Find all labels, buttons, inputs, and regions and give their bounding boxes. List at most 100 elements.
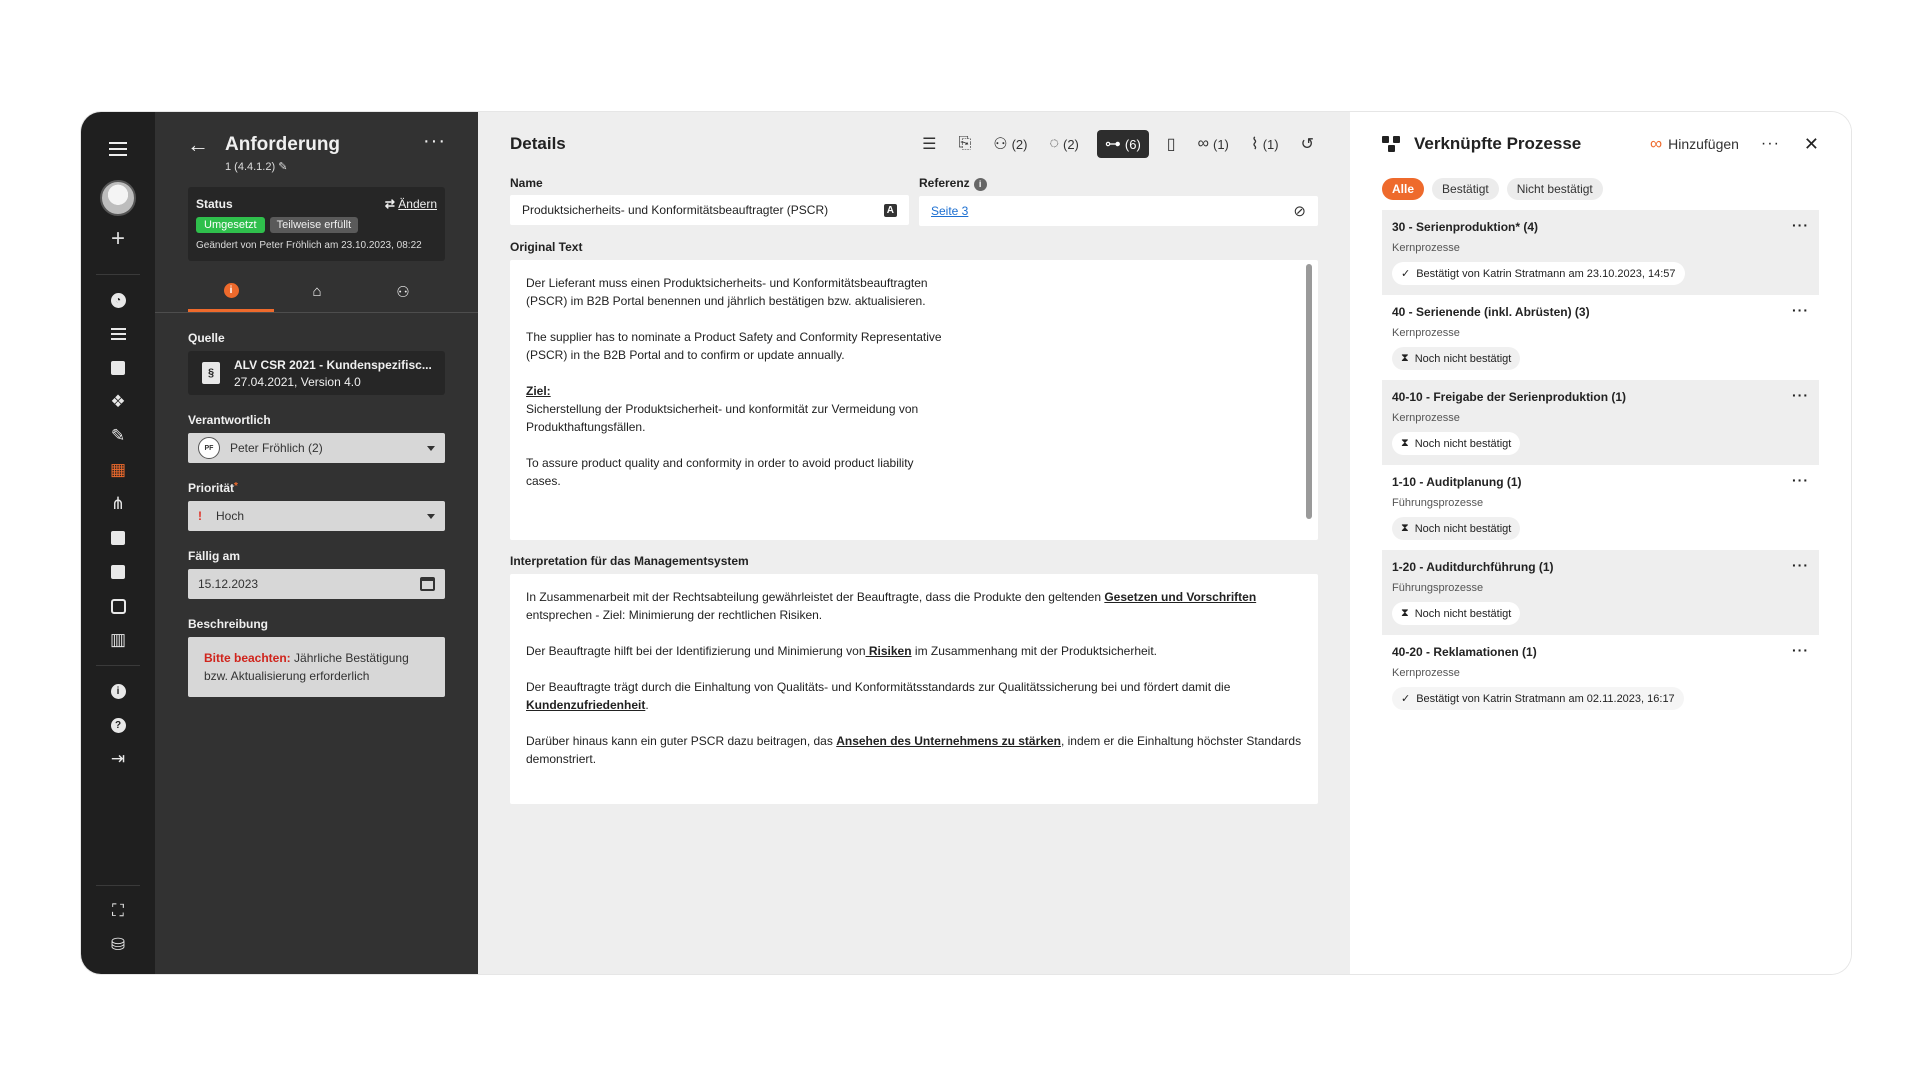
more-options-icon[interactable]: ··· (1761, 135, 1780, 153)
process-category: Kernprozesse (1392, 327, 1809, 339)
more-options-icon[interactable]: ··· (1792, 475, 1809, 489)
checklist-icon[interactable] (98, 317, 138, 351)
links-button[interactable]: ∞(1) (1194, 130, 1233, 158)
cube-icon[interactable]: ❖ (98, 385, 138, 419)
description-label: Beschreibung (188, 617, 445, 631)
clipboard-icon[interactable] (98, 351, 138, 385)
status-changed-by: Geändert von Peter Fröhlich am 23.10.202… (196, 240, 437, 251)
more-options-icon[interactable]: ··· (1792, 305, 1809, 319)
processes-button[interactable]: ⊶(6) (1097, 130, 1149, 158)
filter-confirmed[interactable]: Bestätigt (1432, 178, 1499, 200)
wrench-icon[interactable]: ✎ (98, 419, 138, 453)
logout-icon[interactable]: ⇥ (98, 742, 138, 776)
document-icon[interactable] (98, 521, 138, 555)
dashboard-icon[interactable]: ◔ (98, 283, 138, 317)
more-options-icon[interactable]: ··· (423, 134, 446, 148)
reputation-link[interactable]: Ansehen des Unternehmens zu stärken (836, 734, 1061, 748)
scrollbar[interactable] (1306, 264, 1312, 519)
library-icon[interactable]: ▥ (98, 623, 138, 657)
task-list-icon: ☰ (922, 134, 936, 154)
process-tree-icon (1382, 136, 1402, 152)
people-icon: ⚇ (993, 134, 1007, 154)
file-icon[interactable] (98, 555, 138, 589)
processes-icon[interactable]: ▦ (98, 453, 138, 487)
tab-info[interactable]: i (188, 281, 274, 312)
add-process-button[interactable]: ∞ Hinzufügen (1650, 134, 1739, 154)
process-category: Kernprozesse (1392, 242, 1809, 254)
tab-assignees[interactable]: ⚇ (360, 281, 446, 312)
hourglass-icon: ⧗ (1401, 437, 1409, 450)
more-options-icon[interactable]: ··· (1792, 645, 1809, 659)
link-icon: ∞ (1650, 134, 1662, 154)
menu-icon[interactable] (98, 132, 138, 166)
attachments-button[interactable]: ⌇(1) (1247, 130, 1283, 158)
interpretation-box[interactable]: In Zusammenarbeit mit der Rechtsabteilun… (510, 574, 1318, 804)
document-search-button[interactable]: ⎘ (954, 130, 975, 158)
edit-pencil-icon[interactable]: ✎ (278, 161, 287, 173)
interpretation-label: Interpretation für das Managementsystem (510, 554, 1318, 568)
hide-eye-icon[interactable]: ⊘ (1293, 202, 1306, 220)
translate-icon[interactable]: A (884, 204, 897, 217)
tasks-button[interactable]: ☰ (918, 130, 940, 158)
source-title: ALV CSR 2021 - Kundenspezifisc... (234, 358, 432, 372)
info-icon[interactable]: i (98, 674, 138, 708)
add-process-label: Hinzufügen (1668, 136, 1739, 152)
avatar[interactable] (100, 180, 136, 216)
chart-icon[interactable]: ⛶ (98, 894, 138, 928)
name-label: Name (510, 176, 909, 190)
reference-label: Referenz (919, 176, 970, 190)
help-icon[interactable]: ? (98, 708, 138, 742)
process-item[interactable]: 40-20 - Reklamationen (1)··· Kernprozess… (1382, 635, 1819, 720)
responsible-select[interactable]: PF Peter Fröhlich (2) (188, 433, 445, 463)
checklist-button[interactable]: ▯ (1163, 130, 1180, 158)
process-name: 40 - Serienende (inkl. Abrüsten) (3) (1392, 305, 1590, 319)
process-tree-icon: ⊶ (1105, 134, 1121, 154)
source-card[interactable]: § ALV CSR 2021 - Kundenspezifisc... 27.0… (188, 351, 445, 395)
description-field[interactable]: Bitte beachten: Jährliche Bestätigung bz… (188, 637, 445, 697)
database-icon[interactable]: ⛁ (98, 928, 138, 962)
process-item[interactable]: 30 - Serienproduktion* (4)··· Kernprozes… (1382, 210, 1819, 295)
add-icon[interactable]: + (98, 222, 138, 256)
risks-link[interactable]: Risiken (866, 644, 912, 658)
persons-count: (2) (1012, 137, 1028, 152)
filter-all[interactable]: Alle (1382, 178, 1424, 200)
laws-link[interactable]: Gesetzen und Vorschriften (1104, 590, 1256, 604)
more-options-icon[interactable]: ··· (1792, 390, 1809, 404)
due-date-value: 15.12.2023 (198, 577, 258, 591)
change-status-link[interactable]: ⇄ Ändern (385, 197, 437, 211)
requirement-number: 1 (4.4.1.2) (225, 161, 275, 173)
filter-unconfirmed[interactable]: Nicht bestätigt (1507, 178, 1603, 200)
panel-title: Anforderung (225, 134, 340, 156)
process-item[interactable]: 1-10 - Auditplanung (1)··· Führungsproze… (1382, 465, 1819, 550)
comments-button[interactable]: ◌(2) (1045, 130, 1082, 158)
name-field[interactable]: Produktsicherheits- und Konformitätsbeau… (510, 195, 909, 225)
org-chart-icon[interactable]: ⋔ (98, 487, 138, 521)
customer-satisfaction-link[interactable]: Kundenzufriedenheit (526, 698, 645, 712)
reference-link[interactable]: Seite 3 (931, 204, 968, 218)
more-options-icon[interactable]: ··· (1792, 220, 1809, 234)
process-item[interactable]: 40 - Serienende (inkl. Abrüsten) (3)··· … (1382, 295, 1819, 380)
original-text-box[interactable]: Der Lieferant muss einen Produktsicherhe… (510, 260, 1318, 540)
table-icon[interactable] (98, 589, 138, 623)
process-item[interactable]: 1-20 - Auditdurchführung (1)··· Führungs… (1382, 550, 1819, 635)
process-status: Bestätigt von Katrin Stratmann am 02.11.… (1416, 693, 1674, 705)
name-value: Produktsicherheits- und Konformitätsbeau… (522, 203, 828, 217)
status-badge: ✓Bestätigt von Katrin Stratmann am 02.11… (1392, 687, 1684, 710)
original-paragraph: Sicherstellung der Produktsicherheit- un… (526, 402, 918, 434)
calendar-icon[interactable] (420, 577, 435, 591)
more-options-icon[interactable]: ··· (1792, 560, 1809, 574)
close-icon[interactable]: ✕ (1804, 134, 1819, 155)
priority-select[interactable]: ! Hoch (188, 501, 445, 531)
info-icon[interactable]: i (974, 178, 987, 191)
persons-button[interactable]: ⚇ (2) (989, 130, 1031, 158)
due-date-field[interactable]: 15.12.2023 (188, 569, 445, 599)
reference-field[interactable]: Seite 3 ⊘ (919, 196, 1318, 226)
linked-processes-title: Verknüpfte Prozesse (1414, 134, 1581, 154)
back-arrow-icon[interactable]: ← (187, 134, 209, 156)
original-paragraph: To assure product quality and conformity… (526, 454, 946, 490)
required-marker: * (234, 481, 238, 492)
source-label: Quelle (188, 331, 445, 345)
process-item[interactable]: 40-10 - Freigabe der Serienproduktion (1… (1382, 380, 1819, 465)
tab-tags[interactable]: ⌂ (274, 281, 360, 312)
history-button[interactable]: ↺ (1297, 130, 1318, 158)
